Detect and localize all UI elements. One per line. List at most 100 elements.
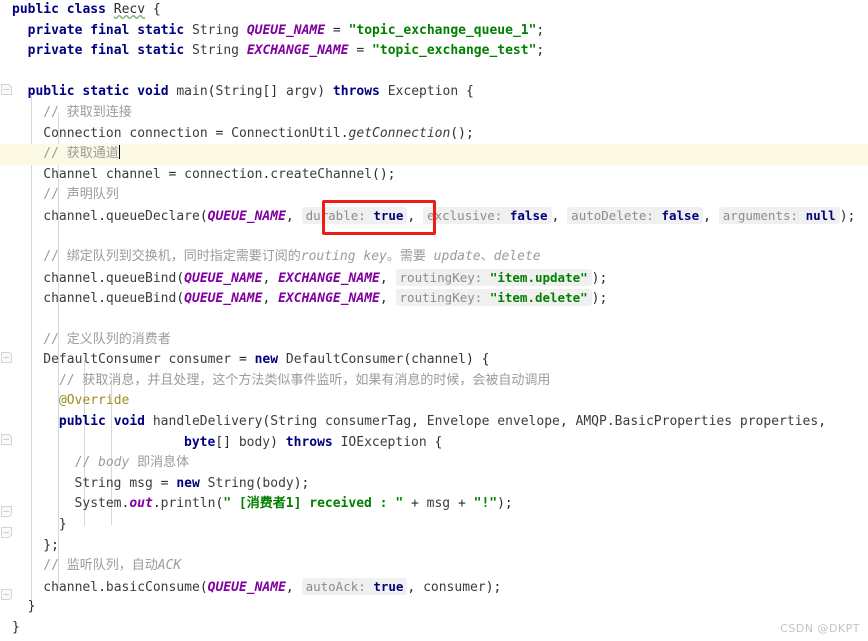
code-token: String	[74, 475, 122, 491]
code-token: ;	[536, 22, 545, 38]
code-token: (	[207, 84, 216, 100]
code-token: ,	[818, 414, 827, 429]
code-token: ,	[407, 579, 424, 595]
code-line[interactable]: channel.queueDeclare(QUEUE_NAME, durable…	[0, 206, 868, 227]
code-token: consumer	[168, 352, 232, 368]
code-line[interactable]: Connection connection = ConnectionUtil.g…	[0, 124, 868, 145]
code-line[interactable]: // 绑定队列到交换机，同时指定需要订阅的routing key。需要 upda…	[0, 247, 868, 268]
code-token: Exception	[387, 84, 459, 100]
code-line[interactable]: DefaultConsumer consumer = new DefaultCo…	[0, 350, 868, 371]
code-token: ,	[379, 291, 396, 307]
code-line-content: // 获取到连接	[0, 103, 132, 124]
code-line[interactable]: channel.queueBind(QUEUE_NAME, EXCHANGE_N…	[0, 268, 868, 289]
code-line[interactable]	[0, 62, 868, 83]
parameter-hint-value: null	[805, 208, 836, 223]
code-token: .	[98, 291, 106, 307]
parameter-hint-value: true	[373, 578, 404, 594]
code-line[interactable]: }	[0, 618, 868, 639]
fold-open-icon[interactable]	[1, 352, 12, 363]
code-token: // 监听队列，自动	[43, 558, 158, 574]
fold-open-icon[interactable]	[1, 434, 12, 445]
fold-close-icon[interactable]	[1, 506, 12, 517]
fold-open-icon[interactable]	[1, 84, 12, 95]
code-line-content: public static void main(String[] argv) t…	[0, 82, 474, 103]
code-token: private	[27, 43, 83, 59]
code-line[interactable]: byte[] body) throws IOException {	[0, 433, 868, 454]
code-token: .	[152, 496, 161, 512]
code-token: consumer	[423, 579, 486, 595]
code-token: .	[98, 209, 106, 224]
code-line[interactable]: }	[0, 597, 868, 618]
code-line[interactable]: channel.basicConsume(QUEUE_NAME, autoAck…	[0, 577, 868, 598]
code-token: // 绑定队列到交换机，同时指定需要订阅的	[43, 249, 301, 265]
parameter-name-hint[interactable]: durable: true	[301, 207, 408, 224]
fold-close-icon[interactable]	[1, 527, 12, 538]
code-line[interactable]: };	[0, 536, 868, 557]
parameter-name-hint[interactable]: autoAck: true	[301, 577, 408, 595]
code-token: // 定义队列的消费者	[43, 331, 171, 347]
code-line[interactable]: private final static String QUEUE_NAME =…	[0, 21, 868, 42]
code-line[interactable]: System.out.println(" [消费者1] received : "…	[0, 494, 868, 515]
code-token: ,	[262, 270, 279, 286]
code-line-content: @Override	[0, 391, 129, 412]
code-token: basicConsume	[105, 579, 200, 595]
code-line[interactable]: }	[0, 515, 868, 536]
code-token: =	[152, 475, 177, 491]
code-token: msg	[129, 475, 153, 491]
code-token: byte	[184, 434, 216, 450]
code-line[interactable]: String msg = new String(body);	[0, 474, 868, 495]
code-token: @Override	[58, 393, 130, 409]
parameter-name-hint[interactable]: exclusive: false	[423, 207, 552, 224]
code-token: );	[591, 270, 608, 286]
code-line[interactable]: // 获取消息，并且处理，这个方法类似事件监听，如果有消息的时候，会被自动调用	[0, 371, 868, 392]
code-token: public	[12, 2, 59, 17]
code-text-area[interactable]: public class Recv {private final static …	[0, 0, 868, 641]
code-line-content: // 定义队列的消费者	[0, 330, 171, 351]
code-line-content: // body 即消息体	[0, 453, 190, 474]
code-line[interactable]	[0, 227, 868, 248]
code-line[interactable]: // 声明队列	[0, 185, 868, 206]
code-token: QUEUE_NAME	[184, 270, 263, 286]
code-line[interactable]: // body 即消息体	[0, 453, 868, 474]
parameter-name-hint[interactable]: autoDelete: false	[567, 207, 704, 224]
code-line[interactable]: channel.queueBind(QUEUE_NAME, EXCHANGE_N…	[0, 288, 868, 309]
code-token: // 获取通道	[43, 146, 119, 162]
code-editor-pane[interactable]: public class Recv {private final static …	[0, 0, 868, 641]
parameter-name-hint[interactable]: routingKey: "item.delete"	[395, 289, 592, 307]
code-token: update	[433, 249, 481, 265]
code-line[interactable]: Channel channel = connection.createChann…	[0, 165, 868, 186]
code-line[interactable]: // 定义队列的消费者	[0, 330, 868, 351]
code-line[interactable]: // 获取到连接	[0, 103, 868, 124]
fold-gutter[interactable]	[0, 0, 14, 641]
code-token: class	[66, 2, 106, 17]
code-token: (	[199, 579, 208, 595]
code-token: getConnection	[348, 125, 451, 141]
fold-close-icon[interactable]	[1, 589, 12, 600]
code-token: EXCHANGE_NAME	[278, 270, 380, 286]
code-token: String	[192, 43, 239, 59]
code-line[interactable]: public void handleDelivery(String consum…	[0, 412, 868, 433]
code-line[interactable]: // 监听队列，自动ACK	[0, 556, 868, 577]
code-line[interactable]: private final static String EXCHANGE_NAM…	[0, 41, 868, 62]
code-token: channel	[411, 352, 466, 368]
code-line[interactable]	[0, 309, 868, 330]
code-line[interactable]: public static void main(String[] argv) t…	[0, 82, 868, 103]
parameter-name-hint[interactable]: routingKey: "item.update"	[395, 268, 592, 286]
code-token: IOException	[340, 434, 427, 450]
parameter-hint-value: "item.update"	[489, 269, 588, 285]
parameter-name-hint[interactable]: arguments: null	[718, 207, 840, 224]
code-line[interactable]: @Override	[0, 391, 868, 412]
code-token: // 获取到连接	[43, 105, 132, 120]
code-line-content: channel.queueBind(QUEUE_NAME, EXCHANGE_N…	[0, 268, 607, 290]
code-line[interactable]: public class Recv {	[0, 0, 868, 21]
code-token: {	[145, 2, 161, 17]
code-line[interactable]: // 获取通道	[0, 144, 868, 165]
